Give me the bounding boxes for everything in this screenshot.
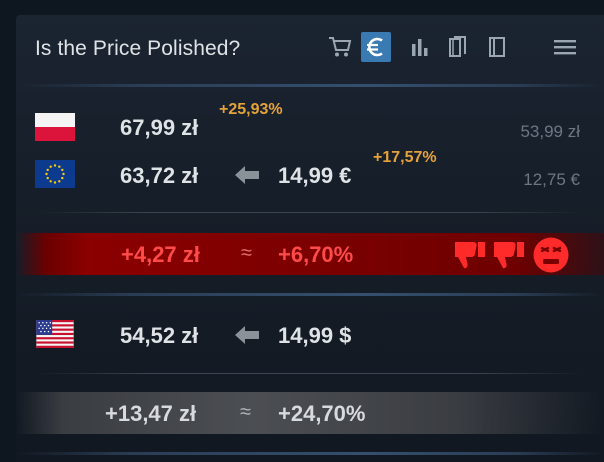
arrow-left-icon <box>235 166 259 184</box>
arrow-left-icon <box>235 326 259 344</box>
eu-flag-icon <box>35 160 75 188</box>
bottom-divider <box>16 452 604 455</box>
chart-icon <box>412 39 428 56</box>
poland-flag-icon <box>35 113 75 141</box>
eu-diff-amount: +4,27 zł <box>121 242 200 267</box>
us-diff-amount: +13,47 zł <box>105 401 197 426</box>
euro-button[interactable] <box>361 32 391 62</box>
menu-button[interactable] <box>550 32 580 62</box>
us-price: 14,99 $ <box>278 323 352 348</box>
eu-markup: +17,57% <box>373 149 437 166</box>
book-icon <box>489 37 505 57</box>
euro-icon <box>367 37 383 57</box>
local-base-price: 53,99 zł <box>520 122 580 141</box>
menu-icon <box>554 40 576 55</box>
local-markup: +25,93% <box>219 101 283 118</box>
local-price: 67,99 zł <box>120 115 199 140</box>
us-flag-icon <box>36 320 74 348</box>
cart-icon <box>329 37 352 57</box>
cart-button[interactable] <box>325 32 355 62</box>
book-button[interactable] <box>482 32 512 62</box>
angry-face-icon <box>533 237 569 273</box>
eu-converted-price: 63,72 zł <box>120 163 199 188</box>
books-button[interactable] <box>443 32 473 62</box>
section-divider <box>16 293 604 296</box>
us-diff-percent: +24,70% <box>278 401 366 426</box>
row-divider <box>36 373 584 374</box>
eu-base-price: 12,75 € <box>523 170 580 189</box>
header-divider <box>16 84 604 87</box>
thumbs-down-icon <box>455 242 485 269</box>
row-divider <box>36 212 584 213</box>
price-panel: Is the Price Polished? 67,99 zł +25,93% … <box>16 15 604 462</box>
books-icon <box>449 36 466 57</box>
page-title: Is the Price Polished? <box>35 37 241 60</box>
eu-diff-approx: ≈ <box>241 242 252 264</box>
us-diff-approx: ≈ <box>240 401 251 423</box>
chart-button[interactable] <box>405 32 435 62</box>
thumbs-down-icon <box>494 242 524 269</box>
eu-price: 14,99 € <box>278 163 352 188</box>
header: Is the Price Polished? <box>16 15 604 85</box>
eu-diff-percent: +6,70% <box>278 242 354 267</box>
us-converted-price: 54,52 zł <box>120 323 199 348</box>
